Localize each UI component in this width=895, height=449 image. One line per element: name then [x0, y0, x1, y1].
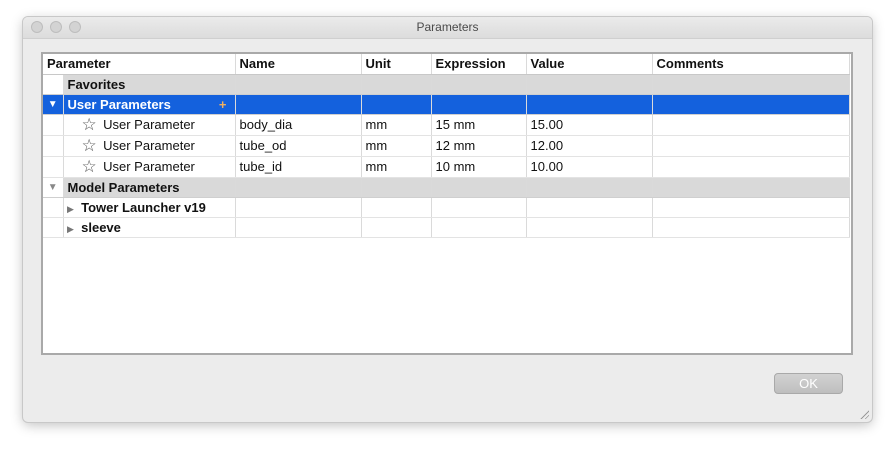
list-item[interactable]: ▶ sleeve	[43, 217, 850, 238]
parameters-dialog: Parameters Parameter Name Unit Expressio…	[23, 17, 872, 422]
cell-parameter: User Parameter	[103, 158, 195, 174]
favorite-star-icon[interactable]: ☆	[82, 136, 100, 156]
cell-expression[interactable]: 10 mm	[431, 156, 527, 178]
table-row[interactable]: ☆ User Parameter body_dia mm 15 mm 15.00	[43, 114, 850, 136]
expand-triangle-icon[interactable]: ▼	[48, 182, 58, 193]
group-label-model-parameters: Model Parameters	[63, 177, 236, 198]
cell-name[interactable]: body_dia	[235, 114, 362, 136]
group-row-user-parameters[interactable]: ▼ User Parameters +	[43, 94, 850, 115]
parameters-table: Parameter Name Unit Expression Value Com…	[43, 54, 850, 238]
window-title: Parameters	[416, 20, 479, 34]
add-parameter-icon[interactable]: +	[219, 97, 227, 112]
group-label-favorites: Favorites	[63, 74, 236, 95]
col-header-name[interactable]: Name	[235, 54, 362, 75]
col-header-unit[interactable]: Unit	[361, 54, 432, 75]
group-label-user-parameters: User Parameters	[67, 96, 171, 112]
collapsed-triangle-icon[interactable]: ▶	[64, 224, 78, 235]
col-header-expression[interactable]: Expression	[431, 54, 527, 75]
col-header-value[interactable]: Value	[526, 54, 653, 75]
table-row[interactable]: ☆ User Parameter tube_od mm 12 mm 12.00	[43, 135, 850, 157]
model-label: Tower Launcher v19	[81, 199, 206, 215]
title-bar: Parameters	[23, 17, 872, 39]
parameters-table-frame: Parameter Name Unit Expression Value Com…	[41, 52, 853, 355]
cell-expression[interactable]: 15 mm	[431, 114, 527, 136]
favorite-star-icon[interactable]: ☆	[82, 157, 100, 177]
cell-parameter: User Parameter	[103, 116, 195, 132]
cell-parameter: User Parameter	[103, 137, 195, 153]
group-row-model-parameters[interactable]: ▼ Model Parameters	[43, 177, 850, 198]
col-header-parameter[interactable]: Parameter	[43, 54, 236, 75]
header-row: Parameter Name Unit Expression Value Com…	[43, 54, 850, 75]
cell-name[interactable]: tube_od	[235, 135, 362, 157]
cell-comments[interactable]	[652, 114, 850, 136]
collapsed-triangle-icon[interactable]: ▶	[64, 204, 78, 215]
cell-unit[interactable]: mm	[361, 156, 432, 178]
ok-button[interactable]: OK	[774, 373, 843, 394]
table-row[interactable]: ☆ User Parameter tube_id mm 10 mm 10.00	[43, 156, 850, 178]
expand-triangle-icon[interactable]: ▼	[48, 99, 58, 110]
resize-grip-icon[interactable]	[859, 409, 869, 419]
cell-unit[interactable]: mm	[361, 114, 432, 136]
cell-name[interactable]: tube_id	[235, 156, 362, 178]
cell-expression[interactable]: 12 mm	[431, 135, 527, 157]
col-header-comments[interactable]: Comments	[652, 54, 850, 75]
cell-value: 15.00	[526, 114, 653, 136]
group-row-favorites[interactable]: Favorites	[43, 74, 850, 95]
cell-comments[interactable]	[652, 156, 850, 178]
list-item[interactable]: ▶ Tower Launcher v19	[43, 197, 850, 218]
cell-value: 12.00	[526, 135, 653, 157]
cell-comments[interactable]	[652, 135, 850, 157]
cell-value: 10.00	[526, 156, 653, 178]
model-label: sleeve	[81, 219, 121, 235]
favorite-star-icon[interactable]: ☆	[82, 115, 100, 135]
cell-unit[interactable]: mm	[361, 135, 432, 157]
